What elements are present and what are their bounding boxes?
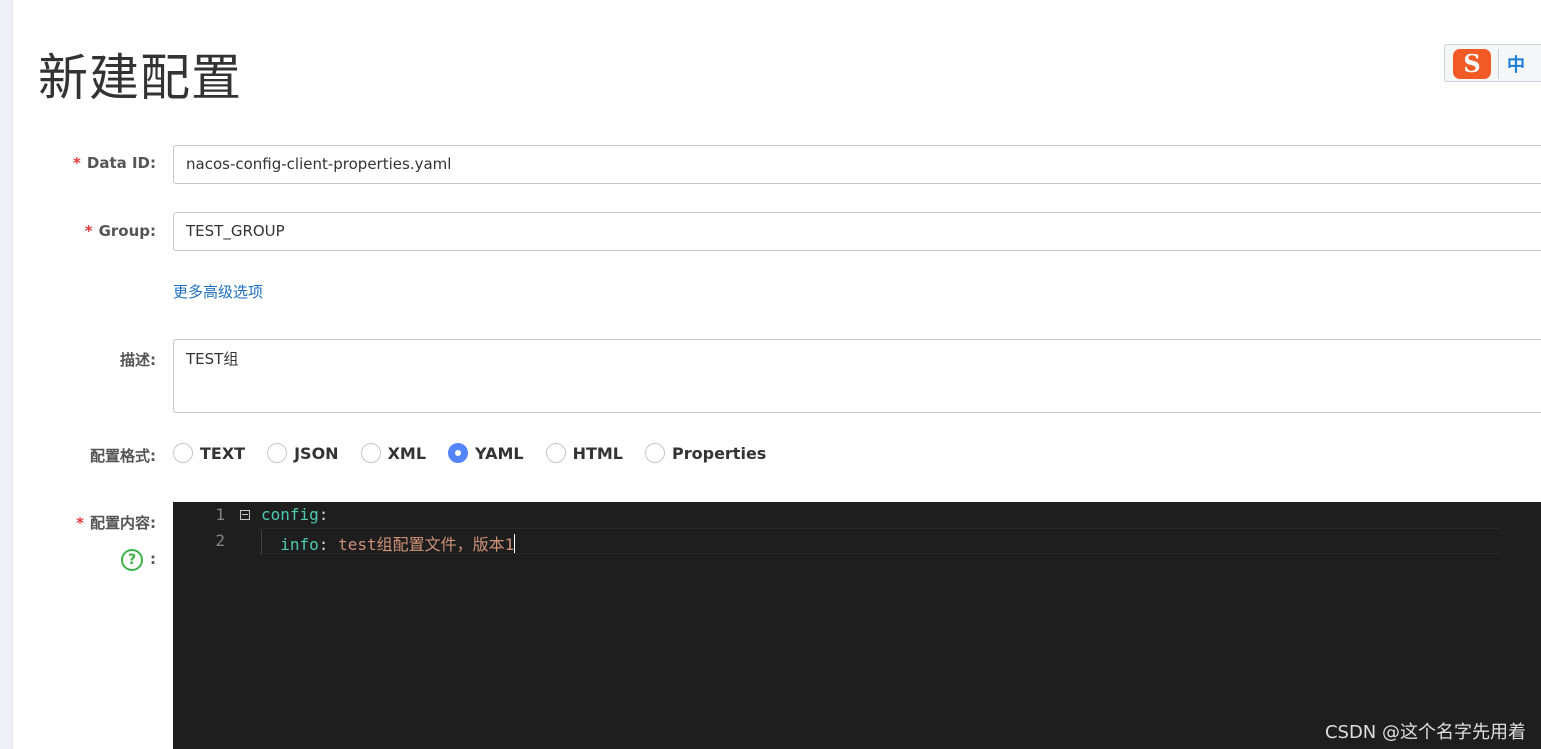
page-title: 新建配置 (38, 49, 242, 107)
text-cursor (514, 534, 516, 553)
format-radio-group: TEXT JSON XML YAML HTML Properties (173, 441, 788, 465)
format-radio-yaml[interactable]: YAML (448, 443, 524, 463)
left-sidebar-strip (0, 0, 13, 749)
format-label: 配置格式: (90, 447, 156, 465)
group-label: * Group: (84, 222, 156, 240)
data-id-input[interactable]: nacos-config-client-properties.yaml (173, 145, 1541, 184)
format-radio-properties[interactable]: Properties (645, 443, 766, 463)
format-radio-json[interactable]: JSON (267, 443, 339, 463)
required-mark: * (84, 222, 93, 240)
ime-toolbar[interactable]: S 中 (1444, 44, 1541, 82)
fold-collapse-icon[interactable] (240, 510, 250, 520)
code-line-1[interactable]: config: (261, 505, 328, 524)
radio-button-checked[interactable] (448, 443, 469, 463)
code-line-2[interactable]: info: test组配置文件，版本1 (261, 531, 516, 555)
format-radio-text[interactable]: TEXT (173, 443, 245, 463)
required-mark: * (76, 514, 84, 532)
ime-language-toggle[interactable]: 中 (1507, 51, 1525, 77)
radio-button[interactable] (267, 443, 288, 463)
radio-button[interactable] (173, 443, 193, 463)
line-highlight (258, 504, 1500, 529)
content-label: * 配置内容: (76, 514, 156, 532)
sogou-logo-icon[interactable]: S (1453, 49, 1491, 79)
description-label: 描述: (120, 351, 156, 369)
watermark: CSDN @这个名字先用着 (1324, 722, 1526, 743)
ime-divider (1498, 49, 1499, 79)
description-textarea[interactable]: TEST组 (173, 339, 1541, 413)
help-colon: : (150, 550, 156, 568)
format-radio-html[interactable]: HTML (545, 443, 623, 463)
radio-button[interactable] (360, 443, 381, 463)
format-radio-xml[interactable]: XML (360, 443, 426, 463)
group-input[interactable]: TEST_GROUP (173, 212, 1541, 251)
radio-button[interactable] (545, 443, 566, 463)
line-number: 1 (215, 505, 225, 524)
code-editor[interactable]: 1 2 config: info: test组配置文件，版本1 (173, 502, 1541, 749)
line-number: 2 (215, 531, 225, 550)
data-id-label: * Data ID: (73, 154, 156, 172)
radio-button[interactable] (645, 443, 665, 463)
help-icon[interactable]: ? (121, 549, 143, 571)
more-advanced-options-link[interactable]: 更多高级选项 (173, 281, 263, 302)
required-mark: * (73, 154, 81, 172)
